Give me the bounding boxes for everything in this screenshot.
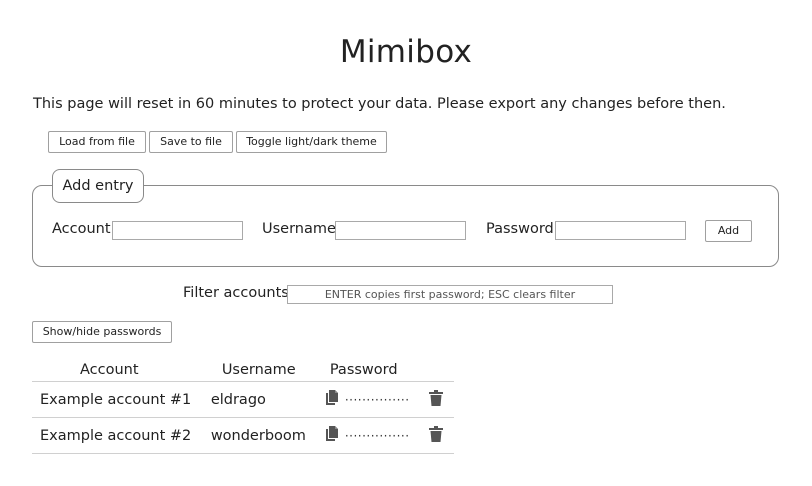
column-header-actions	[423, 358, 454, 382]
column-header-password: Password	[320, 358, 424, 382]
account-input[interactable]	[112, 221, 243, 240]
entries-table: Account Username Password Example accoun…	[32, 358, 454, 454]
reset-notice: This page will reset in 60 minutes to pr…	[33, 96, 726, 112]
add-button[interactable]: Add	[705, 220, 752, 242]
page-title: Mimibox	[339, 34, 473, 70]
filter-input[interactable]	[287, 285, 613, 304]
page: Mimibox This page will reset in 60 minut…	[0, 0, 812, 486]
password-cell: ···············	[320, 417, 424, 454]
username-cell: eldrago	[210, 381, 321, 418]
load-from-file-button[interactable]: Load from file	[48, 131, 146, 153]
account-cell: Example account #1	[32, 381, 211, 418]
password-mask: ···············	[344, 392, 410, 407]
trash-icon[interactable]	[428, 425, 443, 446]
password-mask: ···············	[344, 428, 410, 443]
username-label: Username	[262, 221, 336, 237]
table-header-row: Account Username Password	[32, 358, 454, 382]
column-header-account: Account	[32, 358, 211, 382]
add-entry-legend: Add entry	[52, 169, 144, 203]
delete-cell	[423, 417, 454, 454]
delete-cell	[423, 381, 454, 418]
username-cell: wonderboom	[210, 417, 321, 454]
copy-icon[interactable]	[325, 389, 339, 410]
password-input[interactable]	[555, 221, 686, 240]
column-header-username: Username	[210, 358, 321, 382]
password-label: Password	[486, 221, 554, 237]
table-row: Example account #1 eldrago ·············…	[32, 381, 454, 418]
username-input[interactable]	[335, 221, 466, 240]
show-hide-passwords-button[interactable]: Show/hide passwords	[32, 321, 172, 343]
save-to-file-button[interactable]: Save to file	[149, 131, 233, 153]
account-label: Account	[52, 221, 111, 237]
trash-icon[interactable]	[428, 389, 443, 410]
filter-label: Filter accounts	[183, 285, 289, 301]
copy-icon[interactable]	[325, 425, 339, 446]
toggle-theme-button[interactable]: Toggle light/dark theme	[236, 131, 387, 153]
table-row: Example account #2 wonderboom ··········…	[32, 417, 454, 454]
password-cell: ···············	[320, 381, 424, 418]
account-cell: Example account #2	[32, 417, 211, 454]
